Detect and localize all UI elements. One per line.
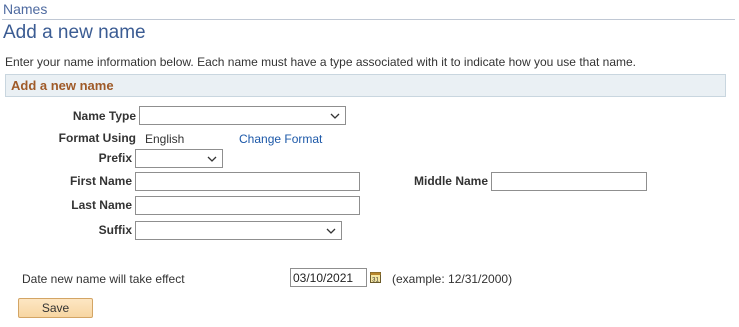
chevron-down-icon — [326, 228, 336, 234]
chevron-down-icon — [207, 156, 217, 162]
header-divider — [2, 19, 735, 20]
save-button[interactable]: Save — [18, 298, 93, 318]
effective-date-example: (example: 12/31/2000) — [392, 272, 513, 286]
first-name-label: First Name — [69, 174, 132, 188]
prefix-select[interactable] — [135, 149, 223, 168]
suffix-select[interactable] — [135, 221, 342, 240]
last-name-field[interactable] — [135, 196, 360, 215]
name-type-select[interactable] — [139, 106, 346, 125]
middle-name-field[interactable] — [491, 172, 647, 191]
chevron-down-icon — [330, 113, 340, 119]
calendar-icon[interactable]: 31 — [370, 271, 381, 283]
effective-date-label: Date new name will take effect — [22, 272, 185, 286]
last-name-label: Last Name — [71, 198, 132, 212]
format-using-label: Format Using — [58, 131, 136, 145]
format-using-value: English — [145, 132, 185, 146]
suffix-label: Suffix — [98, 223, 132, 237]
first-name-field[interactable] — [135, 172, 360, 191]
middle-name-label: Middle Name — [413, 174, 488, 188]
page-title: Add a new name — [3, 22, 146, 43]
breadcrumb: Names — [3, 1, 48, 17]
name-type-label: Name Type — [72, 109, 136, 123]
effective-date-field[interactable] — [290, 268, 367, 287]
section-title: Add a new name — [11, 78, 114, 93]
prefix-label: Prefix — [98, 151, 132, 165]
section-header: Add a new name — [5, 74, 726, 97]
calendar-icon-text: 31 — [372, 278, 379, 284]
instructions-text: Enter your name information below. Each … — [5, 55, 637, 69]
change-format-link[interactable]: Change Format — [239, 132, 322, 146]
